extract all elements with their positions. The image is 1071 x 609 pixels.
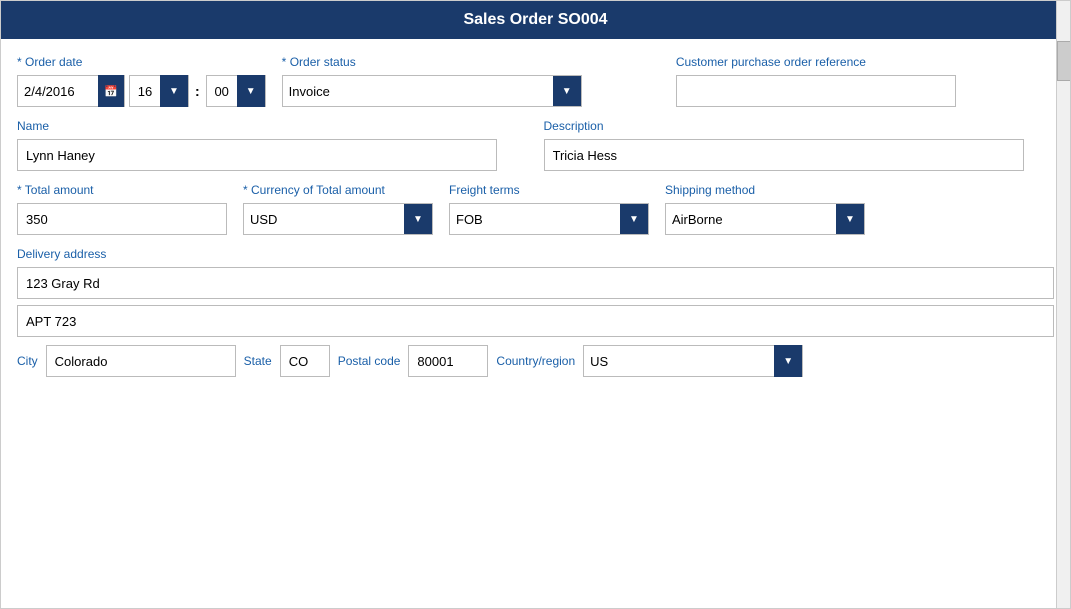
- order-status-chevron[interactable]: ▼: [553, 75, 581, 107]
- customer-po-group: Customer purchase order reference: [676, 55, 1054, 107]
- city-state-row: City State Postal code Country/region US…: [17, 345, 1054, 377]
- customer-po-input[interactable]: [676, 75, 956, 107]
- order-date-input[interactable]: [18, 76, 98, 106]
- currency-label: Currency of Total amount: [243, 183, 433, 197]
- city-label: City: [17, 354, 38, 368]
- hour-chevron[interactable]: ▼: [160, 75, 188, 107]
- sales-order-window: Sales Order SO004 Order date 📅 ▼ :: [0, 0, 1071, 609]
- total-amount-label: Total amount: [17, 183, 227, 197]
- postal-input[interactable]: [408, 345, 488, 377]
- order-status-select[interactable]: Invoice Open Closed Cancelled: [283, 76, 553, 106]
- title-bar: Sales Order SO004: [1, 1, 1070, 39]
- freight-select[interactable]: FOB CIF EXW: [450, 204, 620, 234]
- freight-group: Freight terms FOB CIF EXW ▼: [449, 183, 649, 235]
- delivery-label: Delivery address: [17, 247, 1054, 261]
- hour-select-wrapper[interactable]: ▼: [129, 75, 189, 107]
- delivery-line1-input[interactable]: [17, 267, 1054, 299]
- form-content: Order date 📅 ▼ : ▼: [1, 39, 1070, 608]
- shipping-group: Shipping method AirBorne FedEx UPS DHL ▼: [665, 183, 865, 235]
- delivery-section: Delivery address: [17, 247, 1054, 337]
- total-amount-input[interactable]: [17, 203, 227, 235]
- row-order-info: Order date 📅 ▼ : ▼: [17, 55, 1054, 107]
- name-label: Name: [17, 119, 528, 133]
- freight-select-wrapper[interactable]: FOB CIF EXW ▼: [449, 203, 649, 235]
- description-input[interactable]: [544, 139, 1024, 171]
- calendar-button[interactable]: 📅: [98, 75, 124, 107]
- currency-select-wrapper[interactable]: USD EUR GBP ▼: [243, 203, 433, 235]
- currency-select[interactable]: USD EUR GBP: [244, 204, 404, 234]
- min-select-wrapper[interactable]: ▼: [206, 75, 266, 107]
- shipping-select-wrapper[interactable]: AirBorne FedEx UPS DHL ▼: [665, 203, 865, 235]
- currency-chevron[interactable]: ▼: [404, 203, 432, 235]
- postal-label: Postal code: [338, 354, 401, 368]
- order-status-label: Order status: [282, 55, 660, 69]
- customer-po-label: Customer purchase order reference: [676, 55, 1054, 69]
- currency-group: Currency of Total amount USD EUR GBP ▼: [243, 183, 433, 235]
- state-label: State: [244, 354, 272, 368]
- country-label: Country/region: [496, 354, 575, 368]
- delivery-line2-input[interactable]: [17, 305, 1054, 337]
- row-name-desc: Name Description: [17, 119, 1054, 171]
- time-separator: :: [193, 75, 202, 107]
- order-date-label: Order date: [17, 55, 266, 69]
- hour-input[interactable]: [130, 76, 160, 106]
- country-chevron[interactable]: ▼: [774, 345, 802, 377]
- freight-chevron[interactable]: ▼: [620, 203, 648, 235]
- order-date-group: Order date 📅 ▼ : ▼: [17, 55, 266, 107]
- country-select[interactable]: US CA GB AU: [584, 346, 774, 376]
- order-date-input-wrapper[interactable]: 📅: [17, 75, 125, 107]
- shipping-chevron[interactable]: ▼: [836, 203, 864, 235]
- shipping-select[interactable]: AirBorne FedEx UPS DHL: [666, 204, 836, 234]
- min-input[interactable]: [207, 76, 237, 106]
- window-title: Sales Order SO004: [463, 11, 607, 28]
- min-chevron[interactable]: ▼: [237, 75, 265, 107]
- name-input[interactable]: [17, 139, 497, 171]
- description-group: Description: [544, 119, 1055, 171]
- state-input[interactable]: [280, 345, 330, 377]
- order-status-select-wrapper[interactable]: Invoice Open Closed Cancelled ▼: [282, 75, 582, 107]
- row-amounts: Total amount Currency of Total amount US…: [17, 183, 1054, 235]
- scrollbar-thumb[interactable]: [1057, 41, 1071, 81]
- description-label: Description: [544, 119, 1055, 133]
- name-group: Name: [17, 119, 528, 171]
- order-status-group: Order status Invoice Open Closed Cancell…: [282, 55, 660, 107]
- shipping-label: Shipping method: [665, 183, 865, 197]
- country-select-wrapper[interactable]: US CA GB AU ▼: [583, 345, 803, 377]
- scrollbar-track[interactable]: [1056, 1, 1070, 608]
- total-amount-group: Total amount: [17, 183, 227, 235]
- freight-label: Freight terms: [449, 183, 649, 197]
- city-input[interactable]: [46, 345, 236, 377]
